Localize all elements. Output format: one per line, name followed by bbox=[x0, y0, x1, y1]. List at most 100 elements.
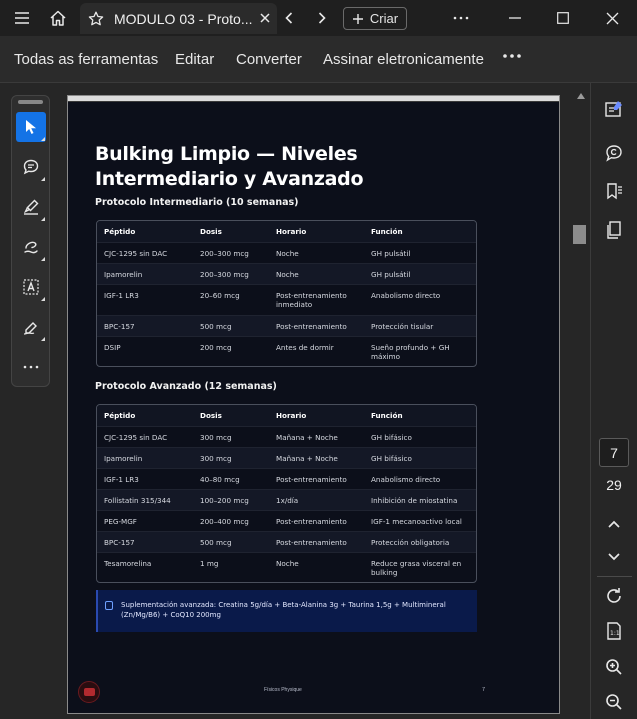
table-cell: GH pulsátil bbox=[371, 249, 411, 258]
table-cell: Anabolismo directo bbox=[371, 475, 441, 484]
table-cell: IGF-1 LR3 bbox=[104, 475, 139, 484]
pdf-page[interactable]: Bulking Limpio — Niveles Intermediario y… bbox=[67, 95, 560, 714]
more-tools-icon[interactable] bbox=[16, 352, 46, 382]
intermediate-protocol-table: Péptido Dosis Horario Función CJC-1295 s… bbox=[96, 220, 477, 367]
table-cell: Post-entrenamiento inmediato bbox=[276, 291, 347, 309]
close-window-icon[interactable] bbox=[587, 0, 637, 36]
comment-icon bbox=[23, 159, 39, 175]
table-cell: Protección obligatoria bbox=[371, 538, 450, 547]
table-row: Ipamorelin 200–300 mcg Noche GH pulsátil bbox=[97, 264, 476, 285]
draw-tool-button[interactable] bbox=[16, 232, 46, 262]
table-cell: 100–200 mcg bbox=[200, 496, 249, 505]
table-cell: Post-entrenamiento bbox=[276, 538, 347, 547]
table-header-cell: Péptido bbox=[104, 411, 136, 420]
text-tool-button[interactable] bbox=[16, 272, 46, 302]
menu-convert[interactable]: Converter bbox=[236, 51, 302, 68]
table-cell: 1 mg bbox=[200, 559, 219, 568]
page-title: Bulking Limpio — Niveles Intermediario y… bbox=[95, 143, 364, 190]
star-icon[interactable] bbox=[88, 11, 108, 27]
table-header-cell: Dosis bbox=[200, 227, 222, 236]
table-cell: Sueño profundo + GH máximo bbox=[371, 343, 450, 361]
table-header-cell: Dosis bbox=[200, 411, 222, 420]
table-row: Ipamorelin 300 mcg Mañana + Noche GH bif… bbox=[97, 448, 476, 469]
table-cell: Mañana + Noche bbox=[276, 454, 338, 463]
rail-drag-handle[interactable] bbox=[18, 100, 43, 104]
quick-tools-rail bbox=[11, 95, 50, 387]
current-page-input[interactable]: 7 bbox=[599, 438, 629, 467]
scroll-up-arrow-icon[interactable] bbox=[576, 87, 586, 99]
table-cell: 20–60 mcg bbox=[200, 291, 240, 300]
table-cell: Noche bbox=[276, 249, 299, 258]
document-tab[interactable]: MODULO 03 - Proto... bbox=[80, 3, 277, 34]
tab-scroll-left-icon[interactable] bbox=[279, 8, 299, 28]
table-cell: 300 mcg bbox=[200, 454, 232, 463]
table-cell: BPC-157 bbox=[104, 538, 135, 547]
right-side-panel: 7 29 1:1 bbox=[590, 83, 637, 719]
menu-bar: Todas as ferramentas Editar Converter As… bbox=[0, 36, 637, 83]
table-cell: IGF-1 LR3 bbox=[104, 291, 139, 300]
menu-edit[interactable]: Editar bbox=[175, 51, 214, 68]
new-tab-button[interactable]: Criar bbox=[343, 7, 407, 30]
table-cell: Tesamorelina bbox=[104, 559, 152, 568]
comments-panel-icon[interactable] bbox=[603, 142, 625, 164]
table-cell: 40–80 mcg bbox=[200, 475, 240, 484]
table-cell: 1x/día bbox=[276, 496, 299, 505]
svg-text:1:1: 1:1 bbox=[610, 630, 620, 637]
home-icon[interactable] bbox=[40, 0, 76, 36]
tab-scroll-right-icon[interactable] bbox=[312, 8, 332, 28]
freehand-icon bbox=[24, 241, 38, 254]
table-header-row: Péptido Dosis Horario Función bbox=[97, 221, 476, 243]
new-tab-label: Criar bbox=[369, 11, 399, 26]
table-row: IGF-1 LR3 40–80 mcg Post-entrenamiento A… bbox=[97, 469, 476, 490]
highlight-tool-button[interactable] bbox=[16, 192, 46, 222]
pen-sign-icon bbox=[23, 322, 37, 335]
menu-more-icon[interactable] bbox=[502, 49, 522, 67]
menu-sign[interactable]: Assinar eletronicamente bbox=[323, 51, 484, 68]
table-row: Tesamorelina 1 mg Noche Reduce grasa vis… bbox=[97, 553, 476, 582]
supplement-note: Suplementación avanzada: Creatina 5g/día… bbox=[96, 590, 477, 632]
maximize-icon[interactable] bbox=[538, 0, 588, 36]
table-cell: PEG-MGF bbox=[104, 517, 137, 526]
tab-title: MODULO 03 - Proto... bbox=[114, 10, 253, 27]
note-icon bbox=[105, 601, 113, 610]
previous-page-icon[interactable] bbox=[603, 513, 625, 535]
close-tab-icon[interactable] bbox=[257, 10, 273, 26]
table-row: CJC-1295 sin DAC 300 mcg Mañana + Noche … bbox=[97, 427, 476, 448]
menu-all-tools[interactable]: Todas as ferramentas bbox=[14, 51, 158, 68]
table-cell: Reduce grasa visceral en bulking bbox=[371, 559, 462, 577]
table-cell: Antes de dormir bbox=[276, 343, 334, 352]
copy-pages-icon[interactable] bbox=[603, 219, 625, 241]
select-tool-button[interactable] bbox=[16, 112, 46, 142]
brand-logo bbox=[78, 681, 100, 703]
table-row: BPC-157 500 mcg Post-entrenamiento Prote… bbox=[97, 532, 476, 553]
table-cell: 200–400 mcg bbox=[200, 517, 249, 526]
next-page-icon[interactable] bbox=[603, 546, 625, 568]
zoom-in-icon[interactable] bbox=[603, 656, 625, 678]
comment-tool-button[interactable] bbox=[16, 152, 46, 182]
panel-divider bbox=[597, 576, 632, 577]
rotate-icon[interactable] bbox=[603, 585, 625, 607]
table-row: Follistatin 315/344 100–200 mcg 1x/día I… bbox=[97, 490, 476, 511]
table-cell: 200–300 mcg bbox=[200, 270, 249, 279]
table-cell: DSIP bbox=[104, 343, 121, 352]
table-cell: 300 mcg bbox=[200, 433, 232, 442]
text-box-icon bbox=[23, 279, 39, 295]
more-options-icon[interactable] bbox=[436, 0, 486, 36]
hamburger-menu-icon[interactable] bbox=[4, 0, 40, 36]
bookmarks-icon[interactable] bbox=[603, 180, 625, 202]
title-bar: MODULO 03 - Proto... Criar bbox=[0, 0, 637, 36]
table-cell: Ipamorelin bbox=[104, 454, 143, 463]
fit-page-icon[interactable]: 1:1 bbox=[603, 620, 625, 642]
sign-tool-button[interactable] bbox=[16, 312, 46, 342]
edit-pdf-icon[interactable] bbox=[603, 98, 625, 120]
table-header-cell: Horario bbox=[276, 411, 307, 420]
table-cell: 500 mcg bbox=[200, 538, 232, 547]
table-cell: Noche bbox=[276, 270, 299, 279]
table-cell: CJC-1295 sin DAC bbox=[104, 433, 168, 442]
zoom-out-icon[interactable] bbox=[603, 691, 625, 713]
table-cell: 200–300 mcg bbox=[200, 249, 249, 258]
table-cell: IGF-1 mecanoactivo local bbox=[371, 517, 462, 526]
scrollbar-thumb[interactable] bbox=[573, 225, 586, 244]
table-cell: Inhibición de miostatina bbox=[371, 496, 458, 505]
minimize-icon[interactable] bbox=[490, 0, 540, 36]
